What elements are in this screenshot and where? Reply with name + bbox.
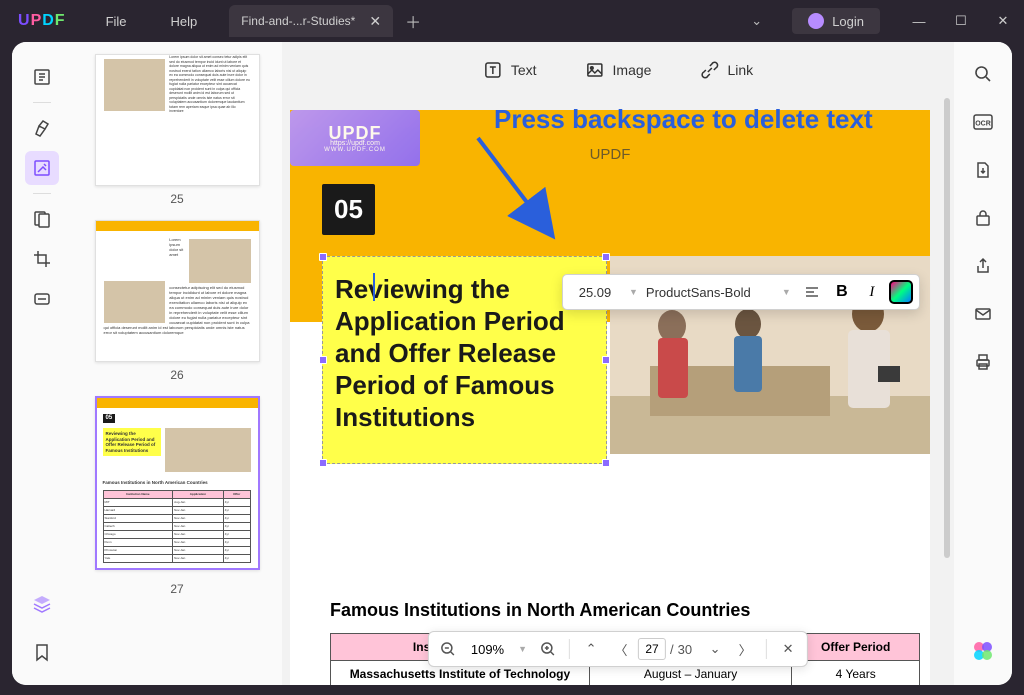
avatar-icon <box>808 13 824 29</box>
tabs-overflow-icon[interactable]: ⌄ <box>733 13 780 29</box>
resize-handle[interactable] <box>319 356 327 364</box>
table-heading[interactable]: Famous Institutions in North American Co… <box>330 600 920 621</box>
resize-handle[interactable] <box>602 356 610 364</box>
thumb-label: 25 <box>90 192 264 206</box>
text-cursor <box>373 273 375 301</box>
resize-handle[interactable] <box>319 253 327 261</box>
thumbnail-26[interactable]: Lorem ipsum dolor sit amet consectetur a… <box>95 220 260 362</box>
close-tab-icon[interactable]: ✕ <box>369 13 381 30</box>
current-page-input[interactable] <box>638 638 666 660</box>
page-separator: / <box>670 642 674 657</box>
thumbnail-27[interactable]: 05 Reviewing the Application Period and … <box>95 396 260 570</box>
reader-mode-icon[interactable] <box>25 60 59 94</box>
watermark-url: https://updf.com <box>330 140 380 147</box>
thumbnail-panel[interactable]: Lorem ipsum dolor sit amet consec tetur … <box>72 42 282 685</box>
zoom-dropdown-icon[interactable]: ▼ <box>514 644 531 654</box>
last-page-button[interactable]: 〉 <box>732 636 758 662</box>
minimize-button[interactable]: — <box>898 0 940 42</box>
thumb-label-active: 27 <box>170 582 183 596</box>
document-page: UPDF https://updf.com WWW.UPDF.COM UPDF … <box>290 110 930 685</box>
crop-icon[interactable] <box>25 242 59 276</box>
redact-icon[interactable] <box>25 282 59 316</box>
help-menu[interactable]: Help <box>149 0 220 42</box>
link-tool-label: Link <box>727 62 753 78</box>
layers-icon[interactable] <box>25 587 59 621</box>
bold-button[interactable]: B <box>829 279 855 305</box>
tab-title: Find-and-...r-Studies* <box>241 14 355 28</box>
col-offer: Offer Period <box>792 634 920 661</box>
maximize-button[interactable]: ☐ <box>940 0 982 42</box>
edit-toolbar: Text Image Link <box>483 60 753 80</box>
vertical-scrollbar[interactable] <box>944 98 950 558</box>
bookmark-icon[interactable] <box>25 635 59 669</box>
text-format-toolbar: ▼ ▼ B I <box>562 274 920 310</box>
font-size-dropdown-icon[interactable]: ▼ <box>625 287 642 297</box>
svg-text:OCR: OCR <box>975 121 991 128</box>
ocr-icon[interactable]: OCR <box>969 108 997 136</box>
text-tool-label: Text <box>511 62 537 78</box>
text-tool[interactable]: Text <box>483 60 537 80</box>
app-logo: UPDF <box>0 12 84 30</box>
thumb-label: 26 <box>90 368 264 382</box>
resize-handle[interactable] <box>602 459 610 467</box>
close-window-button[interactable]: ✕ <box>982 0 1024 42</box>
zoom-out-button[interactable] <box>435 636 461 662</box>
left-toolbar <box>12 42 72 685</box>
share-icon[interactable] <box>969 252 997 280</box>
next-page-button[interactable]: ⌄ <box>702 636 728 662</box>
annotation-text: Press backspace to delete text <box>494 104 873 135</box>
page-navigation-toolbar: 109% ▼ ⌃ 〈 / 30 ⌄ 〉 ✕ <box>428 631 808 667</box>
print-icon[interactable] <box>969 348 997 376</box>
image-icon <box>585 60 605 80</box>
thumbnail-25[interactable]: Lorem ipsum dolor sit amet consec tetur … <box>95 54 260 186</box>
file-menu[interactable]: File <box>84 0 149 42</box>
chapter-number[interactable]: 05 <box>322 184 375 235</box>
edit-text-icon[interactable] <box>25 151 59 185</box>
email-icon[interactable] <box>969 300 997 328</box>
prev-page-button[interactable]: 〈 <box>608 636 634 662</box>
ai-assistant-icon[interactable] <box>969 637 997 665</box>
watermark-domain: WWW.UPDF.COM <box>324 147 386 153</box>
align-button[interactable] <box>799 279 825 305</box>
titlebar: UPDF File Help Find-and-...r-Studies* ✕ … <box>0 0 1024 42</box>
image-tool-label: Image <box>613 62 652 78</box>
document-canvas[interactable]: Text Image Link UPDF https://updf.com WW… <box>282 42 954 685</box>
main-frame: Lorem ipsum dolor sit amet consec tetur … <box>12 42 1012 685</box>
font-family-input[interactable] <box>646 285 774 300</box>
image-tool[interactable]: Image <box>585 60 652 80</box>
protect-icon[interactable] <box>969 204 997 232</box>
search-icon[interactable] <box>969 60 997 88</box>
total-pages: 30 <box>678 642 692 657</box>
text-icon <box>483 60 503 80</box>
link-icon <box>699 60 719 80</box>
font-family-dropdown-icon[interactable]: ▼ <box>778 287 795 297</box>
right-toolbar: OCR <box>954 42 1012 685</box>
updf-watermark: UPDF https://updf.com WWW.UPDF.COM <box>290 110 420 166</box>
close-toolbar-button[interactable]: ✕ <box>775 636 801 662</box>
link-tool[interactable]: Link <box>699 60 753 80</box>
document-tab[interactable]: Find-and-...r-Studies* ✕ <box>229 5 393 37</box>
export-icon[interactable] <box>969 156 997 184</box>
page-updf-label: UPDF <box>590 146 631 163</box>
highlighter-icon[interactable] <box>25 111 59 145</box>
zoom-level: 109% <box>465 642 510 657</box>
new-tab-button[interactable]: ＋ <box>405 9 421 33</box>
italic-button[interactable]: I <box>859 279 885 305</box>
font-size-input[interactable] <box>569 285 621 300</box>
resize-handle[interactable] <box>319 459 327 467</box>
first-page-button[interactable]: ⌃ <box>578 636 604 662</box>
login-button[interactable]: Login <box>792 8 880 34</box>
login-label: Login <box>832 14 864 29</box>
text-color-button[interactable] <box>889 280 913 304</box>
zoom-in-button[interactable] <box>535 636 561 662</box>
organize-pages-icon[interactable] <box>25 202 59 236</box>
resize-handle[interactable] <box>602 253 610 261</box>
